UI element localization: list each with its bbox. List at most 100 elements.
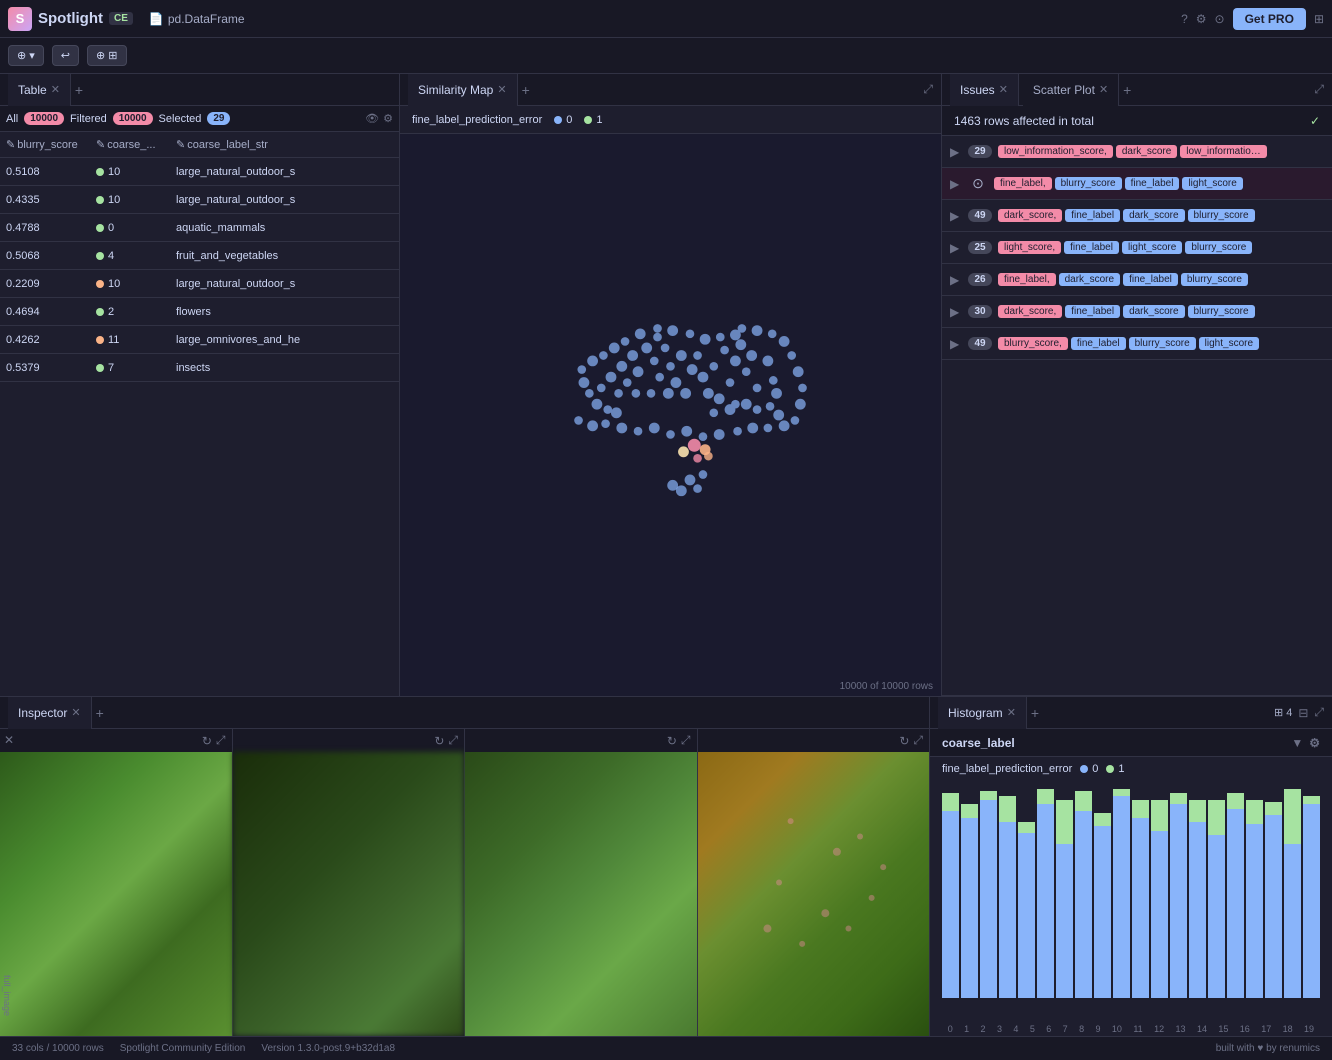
table-row[interactable]: 0.5068 4 fruit_and_vegetables: [0, 242, 399, 270]
histogram-add-button[interactable]: +: [1031, 705, 1039, 721]
settings-icon[interactable]: ⚙: [1196, 12, 1207, 26]
inspector-tab[interactable]: Inspector ✕: [8, 697, 92, 729]
bar-group[interactable]: [942, 789, 959, 998]
bar-group[interactable]: [1303, 789, 1320, 998]
issues-add-button[interactable]: +: [1123, 82, 1131, 98]
inspector-close-x[interactable]: ✕: [4, 733, 14, 747]
bar-group[interactable]: [1056, 789, 1073, 998]
table-row[interactable]: 0.4335 10 large_natural_outdoor_s: [0, 186, 399, 214]
table-row[interactable]: 0.4788 0 aquatic_mammals: [0, 214, 399, 242]
histogram-fullscreen-icon[interactable]: ⤢: [1314, 705, 1324, 720]
bar-group[interactable]: [980, 789, 997, 998]
issue-expand-icon[interactable]: ▶: [950, 273, 962, 287]
img-refresh-1[interactable]: ↻: [202, 734, 212, 748]
bar-blue: [1246, 824, 1263, 998]
scatter-tab-close[interactable]: ✕: [1099, 83, 1108, 96]
issue-expand-icon[interactable]: ▶: [950, 177, 962, 191]
filter-button[interactable]: ⊕ ▾: [8, 45, 44, 66]
issues-fullscreen-icon[interactable]: ⤢: [1314, 82, 1324, 97]
table-row[interactable]: 0.5108 10 large_natural_outdoor_s: [0, 158, 399, 186]
histogram-filter-icon[interactable]: ▼: [1291, 736, 1303, 750]
table-row[interactable]: 0.4694 2 flowers: [0, 298, 399, 326]
issue-expand-icon[interactable]: ▶: [950, 145, 962, 159]
row-dot: [96, 280, 104, 288]
bar-blue: [1113, 796, 1130, 998]
x-axis-label: 9: [1096, 1024, 1101, 1034]
bar-group[interactable]: [1284, 789, 1301, 998]
row-dot: [96, 336, 104, 344]
table-row[interactable]: 0.5379 7 insects: [0, 354, 399, 382]
issue-row[interactable]: ▶ 49 dark_score,fine_labeldark_scoreblur…: [942, 200, 1332, 232]
col-coarse[interactable]: ✎ coarse_...: [96, 138, 176, 151]
issue-tag: fine_label: [1065, 209, 1120, 222]
img-expand-3[interactable]: ⤢: [681, 733, 691, 748]
bar-group[interactable]: [1246, 789, 1263, 998]
img-refresh-3[interactable]: ↻: [667, 734, 677, 748]
inspector-add-button[interactable]: +: [96, 705, 104, 721]
github-icon[interactable]: ⊙: [1215, 12, 1225, 26]
bar-group[interactable]: [1037, 789, 1054, 998]
img-expand-2[interactable]: ⤢: [448, 733, 458, 748]
histogram-tab[interactable]: Histogram ✕: [938, 697, 1027, 729]
issue-row[interactable]: ▶ 26 fine_label,dark_scorefine_labelblur…: [942, 264, 1332, 296]
bar-group[interactable]: [1018, 789, 1035, 998]
x-axis-label: 6: [1046, 1024, 1051, 1034]
issue-expand-icon[interactable]: ▶: [950, 209, 962, 223]
issue-expand-icon[interactable]: ▶: [950, 241, 962, 255]
issue-row[interactable]: ▶ 49 blurry_score,fine_labelblurry_score…: [942, 328, 1332, 360]
eye-icon[interactable]: 👁: [365, 112, 379, 125]
table-row[interactable]: 0.2209 10 large_natural_outdoor_s: [0, 270, 399, 298]
bar-group[interactable]: [1094, 789, 1111, 998]
sim-tab-close[interactable]: ✕: [497, 83, 506, 96]
sim-panel-header: Similarity Map ✕ + ⤢: [400, 74, 941, 106]
table-tab-close[interactable]: ✕: [51, 83, 60, 96]
sim-tab[interactable]: Similarity Map ✕: [408, 74, 518, 106]
get-pro-button[interactable]: Get PRO: [1233, 8, 1306, 30]
issue-expand-icon[interactable]: ▶: [950, 337, 962, 351]
bar-group[interactable]: [1208, 789, 1225, 998]
help-icon[interactable]: ?: [1181, 12, 1188, 26]
issues-list: ▶ 29 low_information_score,dark_scorelow…: [942, 136, 1332, 695]
bar-green: [1132, 800, 1149, 818]
img-expand-1[interactable]: ⤢: [216, 733, 226, 748]
bar-green: [1113, 789, 1130, 796]
bar-group[interactable]: [1075, 789, 1092, 998]
bar-group[interactable]: [1265, 789, 1282, 998]
img-refresh-2[interactable]: ↻: [434, 734, 444, 748]
bar-group[interactable]: [1113, 789, 1130, 998]
bar-blue: [1170, 804, 1187, 998]
x-axis-label: 4: [1013, 1024, 1018, 1034]
bar-group[interactable]: [961, 789, 978, 998]
bar-group[interactable]: [1132, 789, 1149, 998]
grid-icon[interactable]: ⊞: [1314, 12, 1324, 26]
table-row[interactable]: 0.4262 11 large_omnivores_and_he: [0, 326, 399, 354]
issue-row[interactable]: ▶ ⊙ fine_label,blurry_scorefine_labellig…: [942, 168, 1332, 200]
histogram-layout-icon[interactable]: ⊟: [1298, 706, 1308, 720]
issue-row[interactable]: ▶ 25 light_score,fine_labellight_scorebl…: [942, 232, 1332, 264]
histogram-settings-icon[interactable]: ⚙: [1309, 736, 1320, 750]
table-add-button[interactable]: +: [75, 82, 83, 98]
bar-group[interactable]: [1170, 789, 1187, 998]
col-blurry-score[interactable]: ✎ blurry_score: [6, 138, 96, 151]
sim-add-button[interactable]: +: [522, 82, 530, 98]
issue-row[interactable]: ▶ 29 low_information_score,dark_scorelow…: [942, 136, 1332, 168]
issue-row[interactable]: ▶ 30 dark_score,fine_labeldark_scoreblur…: [942, 296, 1332, 328]
sim-body: 10000 of 10000 rows: [400, 134, 941, 696]
bar-group[interactable]: [1151, 789, 1168, 998]
issues-tab[interactable]: Issues ✕: [950, 74, 1019, 106]
sim-fullscreen-icon[interactable]: ⤢: [923, 82, 933, 97]
histogram-tab-close[interactable]: ✕: [1007, 706, 1016, 719]
bar-group[interactable]: [999, 789, 1016, 998]
add-widget-button[interactable]: ⊕ ⊞: [87, 45, 127, 66]
table-settings-icon[interactable]: ⚙: [383, 112, 393, 125]
bar-group[interactable]: [1189, 789, 1206, 998]
histogram-body: [930, 781, 1332, 1022]
col-coarse-str[interactable]: ✎ coarse_label_str: [176, 138, 393, 151]
issues-tab-close[interactable]: ✕: [999, 83, 1008, 96]
bar-group[interactable]: [1227, 789, 1244, 998]
undo-button[interactable]: ↩: [52, 45, 79, 66]
scatter-tab[interactable]: Scatter Plot ✕: [1023, 74, 1119, 106]
issue-expand-icon[interactable]: ▶: [950, 305, 962, 319]
table-tab[interactable]: Table ✕: [8, 74, 71, 106]
inspector-tab-close[interactable]: ✕: [71, 706, 80, 719]
